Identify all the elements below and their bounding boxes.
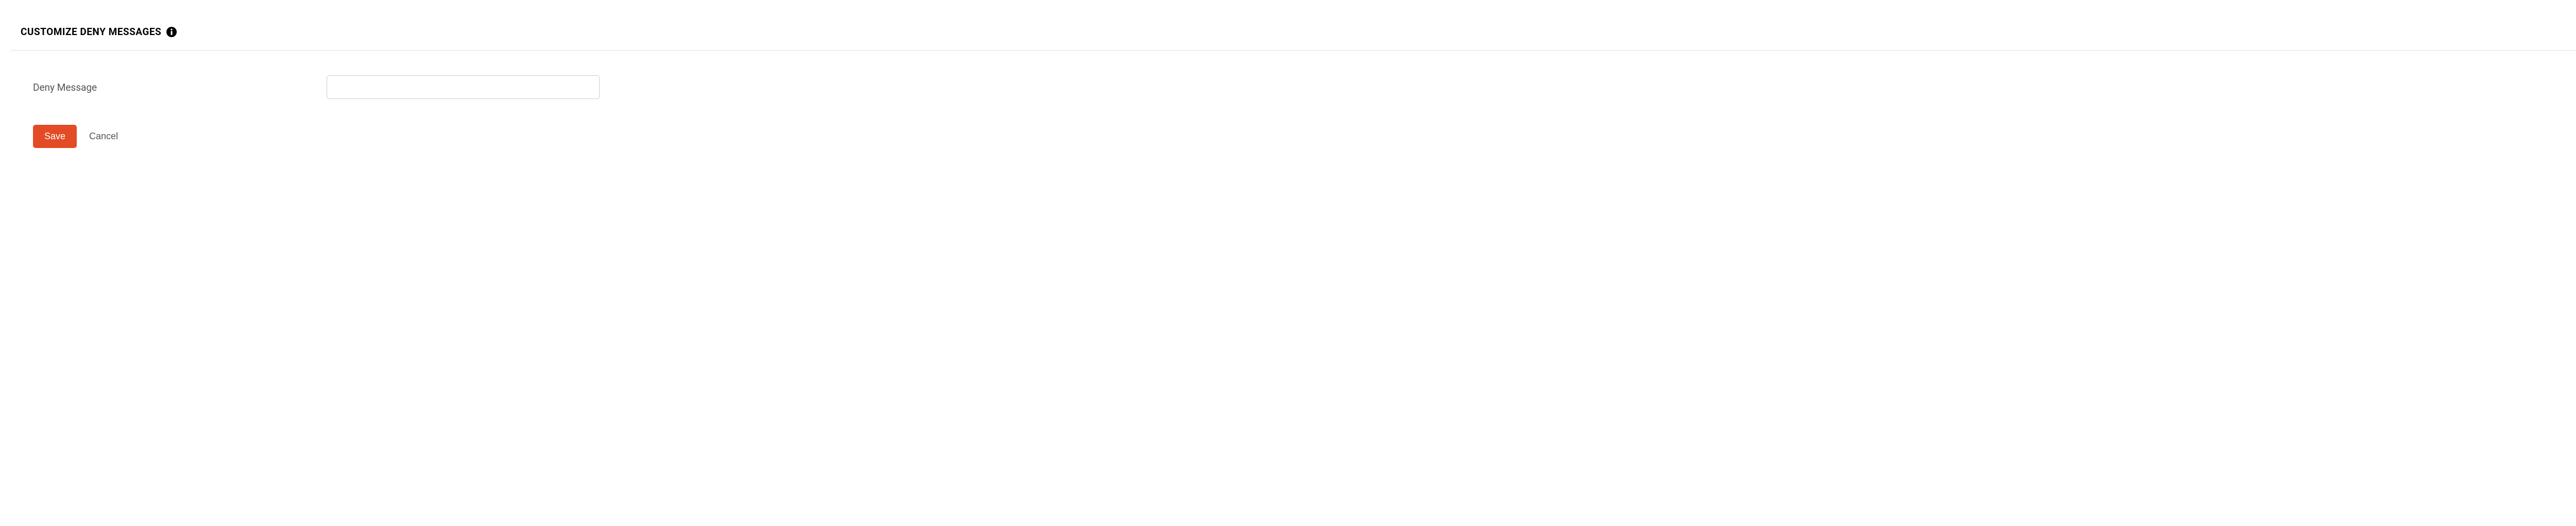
deny-message-row: Deny Message: [33, 75, 2576, 99]
info-icon[interactable]: [166, 27, 177, 37]
deny-message-input[interactable]: [327, 75, 600, 99]
button-row: Save Cancel: [33, 125, 2576, 148]
customize-deny-messages-section: CUSTOMIZE DENY MESSAGES Deny Message Sav…: [0, 0, 2576, 169]
form-body: Deny Message Save Cancel: [0, 51, 2576, 169]
save-button[interactable]: Save: [33, 125, 77, 148]
deny-message-label: Deny Message: [33, 81, 311, 93]
section-header: CUSTOMIZE DENY MESSAGES: [0, 0, 2576, 50]
section-title: CUSTOMIZE DENY MESSAGES: [21, 26, 161, 38]
cancel-button[interactable]: Cancel: [89, 131, 118, 142]
